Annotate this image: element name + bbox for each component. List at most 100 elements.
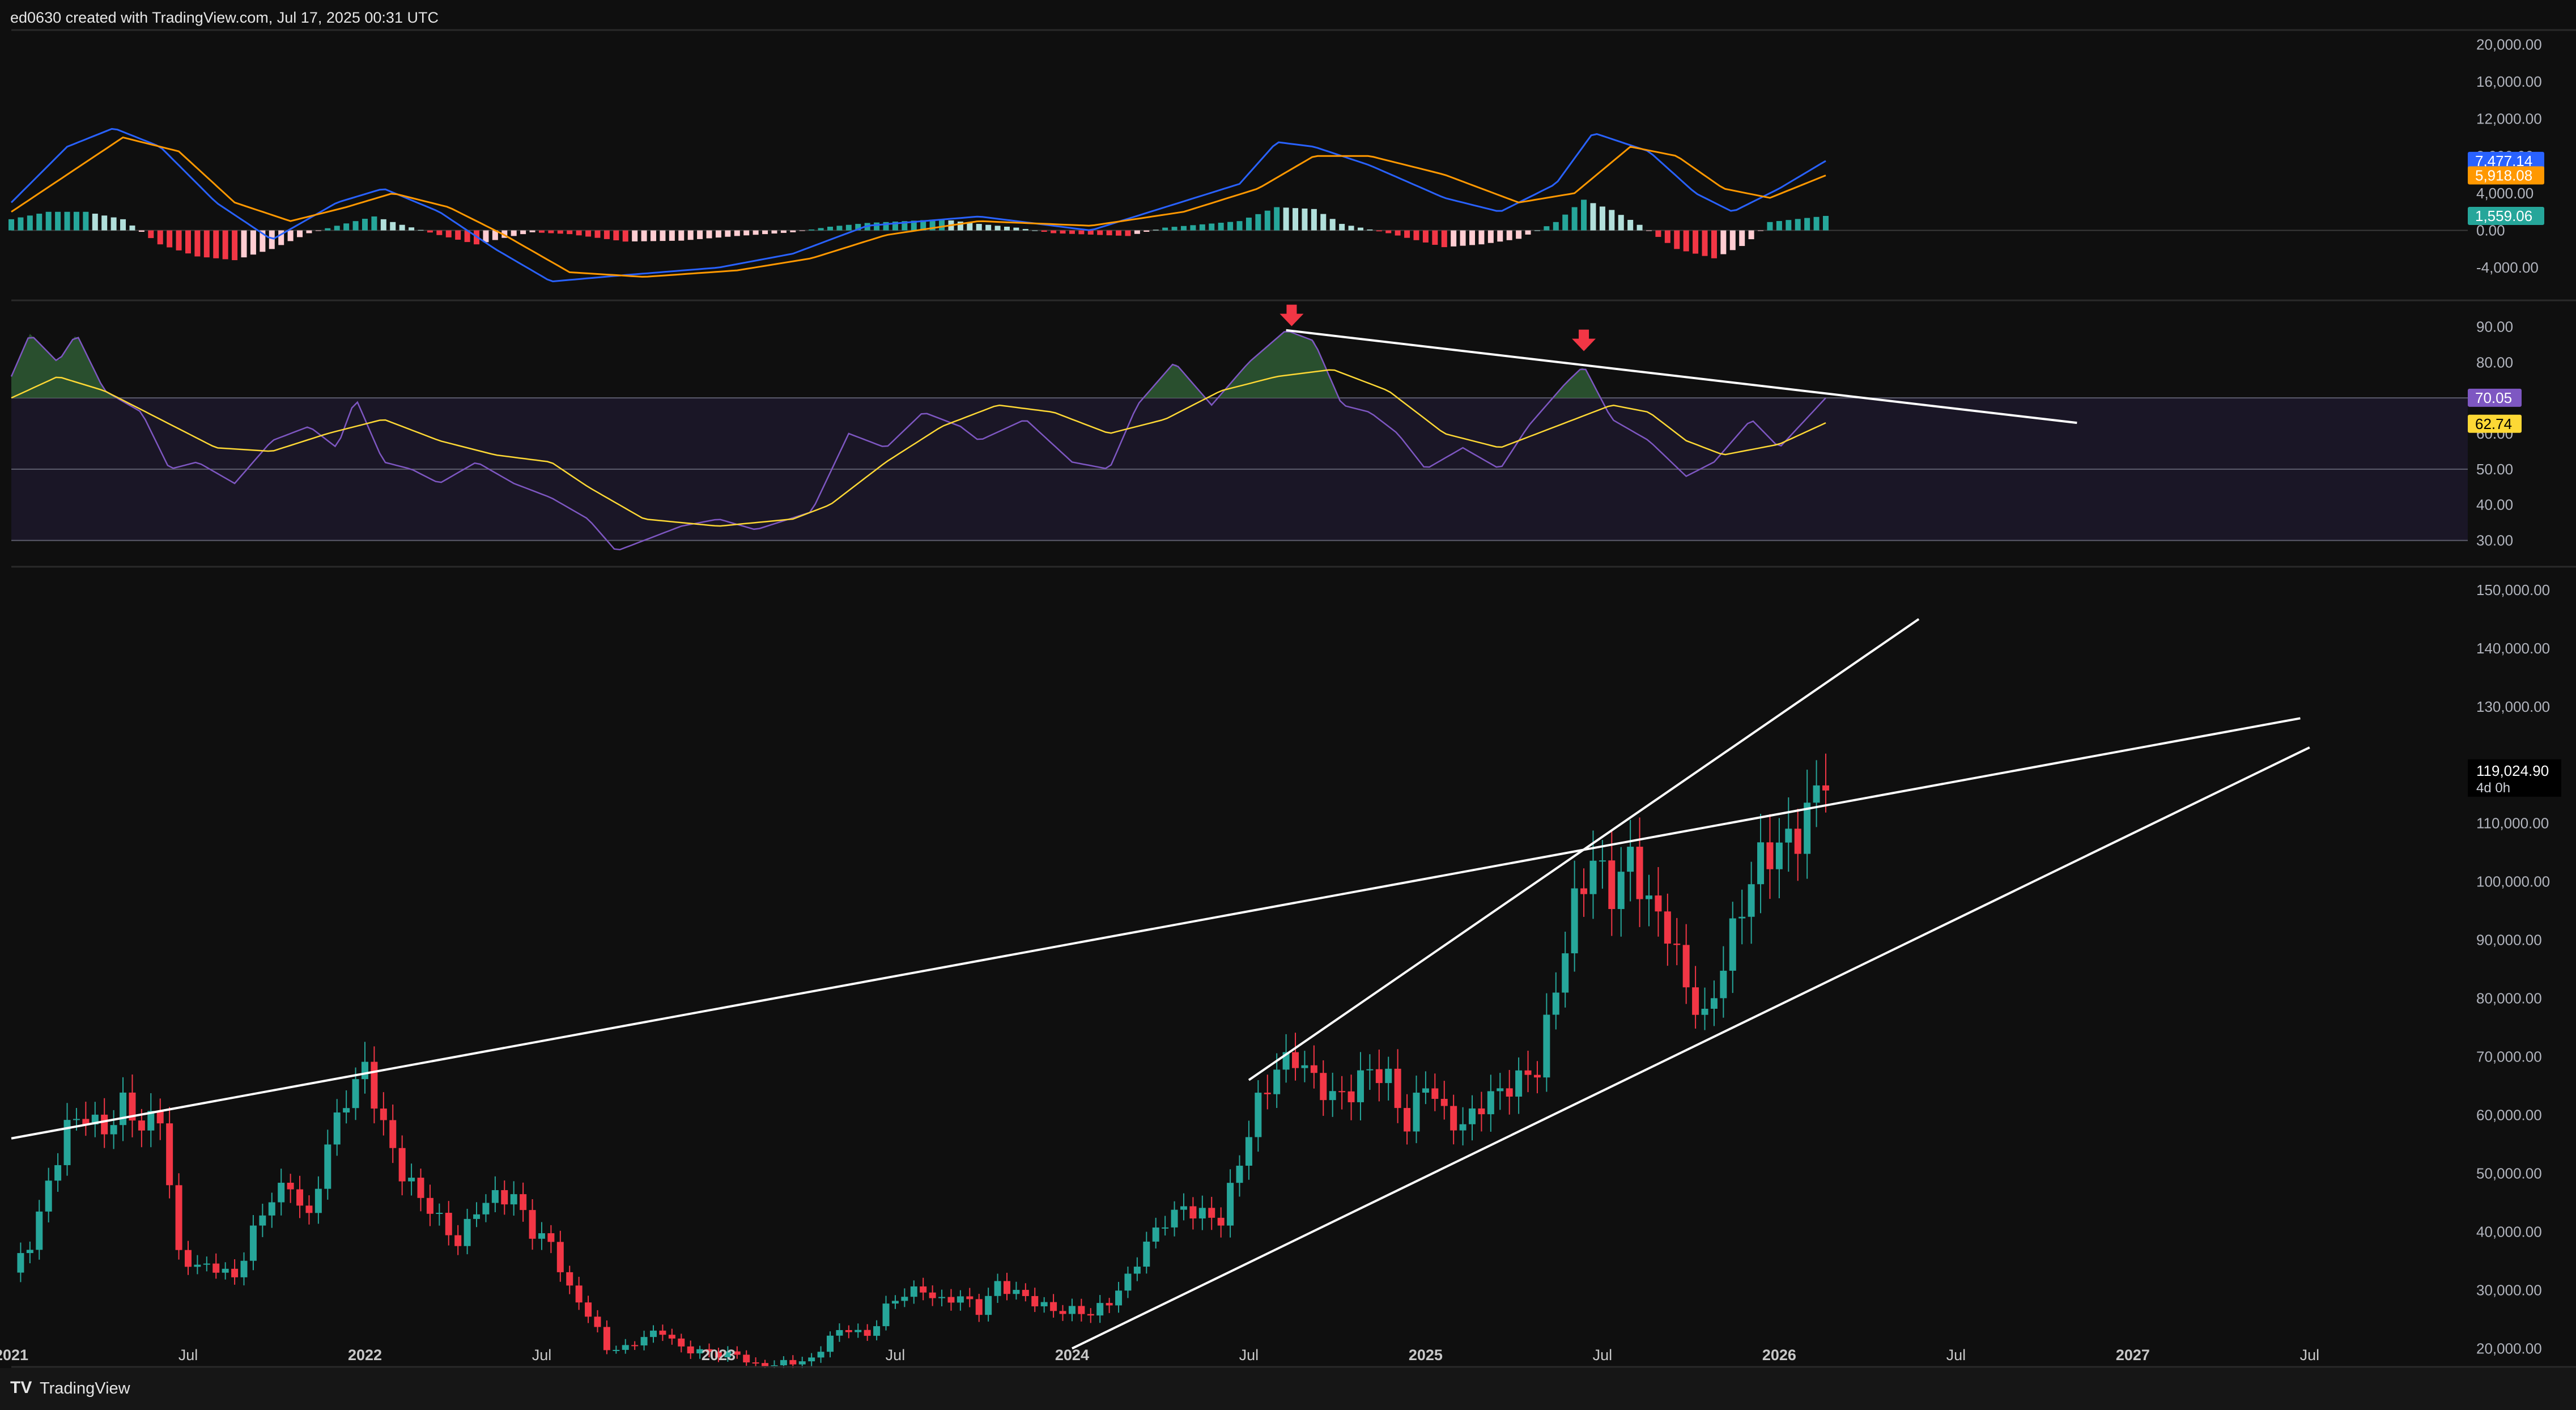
macd-histogram-bar	[725, 230, 731, 237]
candle-body	[678, 1338, 685, 1347]
macd-histogram-bar	[352, 221, 359, 231]
macd-histogram-bar	[1385, 230, 1392, 233]
candle-body	[138, 1120, 145, 1131]
candle-body	[789, 1360, 797, 1365]
candle-body	[259, 1215, 266, 1226]
candle-body	[1050, 1302, 1057, 1311]
macd-histogram-bar	[1395, 230, 1401, 236]
macd-histogram-bar	[1571, 207, 1578, 231]
macd-histogram-bar	[1236, 221, 1243, 231]
candle-body	[1375, 1069, 1383, 1084]
macd-histogram-bar	[734, 230, 740, 236]
macd-histogram-bar	[1786, 220, 1792, 231]
macd-histogram-bar	[1041, 230, 1047, 232]
macd-y-tick: 20,000.00	[2476, 36, 2542, 53]
candle-body	[1124, 1273, 1132, 1291]
candle-body	[1338, 1091, 1346, 1093]
macd-histogram-bar	[1302, 208, 1308, 231]
candle-body	[1646, 895, 1652, 899]
x-tick: Jul	[1239, 1347, 1259, 1364]
macd-histogram-bar	[222, 230, 228, 260]
tradingview-logo-icon: TV	[10, 1378, 32, 1397]
macd-histogram-bar	[669, 230, 675, 241]
macd-histogram-bar	[1618, 215, 1624, 231]
macd-histogram-bar	[809, 229, 815, 231]
macd-histogram-bar	[1404, 230, 1410, 238]
candle-body	[780, 1360, 787, 1366]
x-tick: Jul	[2300, 1347, 2320, 1364]
candle-body	[1469, 1108, 1476, 1124]
candle-body	[352, 1079, 359, 1109]
candle-body	[1078, 1306, 1085, 1314]
macd-histogram-bar	[325, 228, 331, 231]
candle-body	[203, 1263, 210, 1265]
macd-histogram-bar	[1106, 230, 1112, 236]
rsi-value-badge-text: 62.74	[2475, 415, 2512, 432]
macd-histogram-bar	[1097, 230, 1103, 235]
macd-histogram-bar	[399, 224, 405, 231]
candle-body	[1673, 944, 1681, 945]
candle-body	[1189, 1206, 1197, 1219]
candle-body	[1692, 987, 1699, 1015]
macd-histogram-bar	[1078, 230, 1085, 235]
macd-histogram-bar	[73, 211, 79, 231]
macd-histogram-bar	[1339, 224, 1345, 231]
candle-body	[613, 1349, 620, 1351]
macd-histogram-bar	[1329, 219, 1336, 231]
candle-body	[1115, 1290, 1123, 1306]
macd-histogram-bar	[1116, 230, 1122, 236]
candle-body	[1589, 860, 1597, 894]
candle-body	[343, 1108, 350, 1113]
chart-canvas[interactable]: ed0630 created with TradingView.com, Jul…	[0, 0, 2576, 1410]
candle-body	[1180, 1206, 1187, 1210]
macd-histogram-bar	[101, 215, 108, 231]
candle-body	[1617, 872, 1625, 910]
macd-histogram-bar	[1664, 230, 1670, 243]
candle-body	[1655, 895, 1662, 912]
macd-histogram-bar	[1460, 230, 1466, 246]
rsi-y-tick: 30.00	[2476, 532, 2513, 549]
macd-histogram-bar	[1609, 210, 1615, 231]
x-tick: 2023	[702, 1347, 736, 1364]
macd-histogram-bar	[1739, 230, 1745, 247]
macd-histogram-bar	[371, 216, 377, 231]
candle-body	[1096, 1303, 1104, 1316]
macd-histogram-bar	[269, 230, 275, 249]
macd-histogram-bar	[157, 230, 163, 245]
candle-body	[1543, 1014, 1550, 1078]
macd-histogram-bar	[1255, 214, 1261, 231]
candle-body	[1636, 847, 1643, 899]
macd-histogram-bar	[1451, 230, 1457, 247]
candle-body	[1227, 1183, 1234, 1226]
candle-body	[1748, 884, 1755, 917]
rsi-overbought-fill	[11, 331, 1826, 398]
macd-histogram-bar	[148, 230, 154, 239]
candle-body	[278, 1182, 285, 1203]
chart-svg[interactable]: 20,000.0016,000.0012,000.008,000.004,000…	[0, 0, 2576, 1410]
rsi-y-tick: 80.00	[2476, 354, 2513, 371]
candle-body	[668, 1335, 675, 1339]
candle-body	[957, 1296, 964, 1303]
candle-body	[882, 1303, 890, 1327]
macd-histogram-bar	[1767, 222, 1773, 231]
candle-body	[45, 1180, 52, 1212]
macd-histogram-bar	[1199, 224, 1205, 231]
candle-body	[1031, 1296, 1039, 1307]
down-arrow-icon	[1572, 329, 1596, 351]
macd-histogram-bar	[1087, 230, 1094, 235]
price-y-tick: 110,000.00	[2476, 815, 2549, 832]
candle-body	[417, 1178, 424, 1198]
candle-body	[538, 1233, 545, 1239]
macd-histogram-bar	[790, 230, 796, 232]
candle-body	[743, 1354, 750, 1362]
candle-body	[1022, 1290, 1029, 1296]
macd-histogram-bar	[241, 230, 247, 258]
macd-histogram-bar	[1720, 230, 1727, 254]
candle-body	[975, 1299, 983, 1315]
x-tick: Jul	[178, 1347, 198, 1364]
candle-body	[1487, 1091, 1494, 1115]
candle-body	[1450, 1106, 1457, 1131]
macd-line	[10, 128, 1826, 283]
rsi-value-badge-text: 70.05	[2475, 389, 2512, 406]
macd-histogram-bar	[715, 230, 721, 238]
